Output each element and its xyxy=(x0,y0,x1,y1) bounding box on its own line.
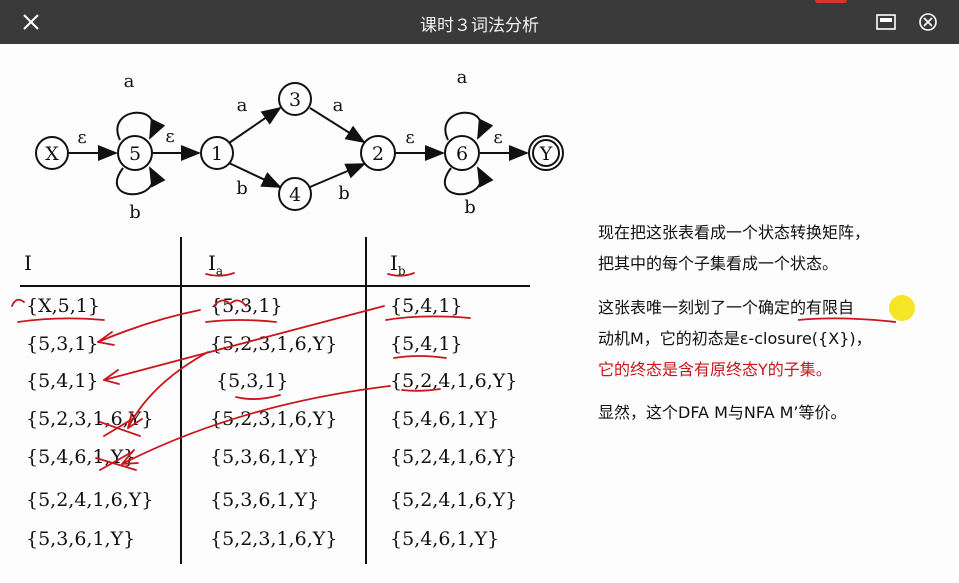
table-cell: {X,5,1} xyxy=(26,295,100,317)
table-cell: {5,3,1} xyxy=(216,370,289,392)
fullscreen-icon[interactable] xyxy=(916,10,940,34)
table-cell: {5,4,6,1,Y} xyxy=(390,408,500,430)
note-line-1: 现在把这张表看成一个状态转换矩阵， xyxy=(598,223,871,242)
note-line-6: 显然，这个DFA M与NFA M’等价。 xyxy=(598,403,847,422)
table-cell: {5,2,3,1,6,Y} xyxy=(26,408,154,430)
table-cell: {5,2,4,1,6,Y} xyxy=(390,370,518,392)
header-i: I xyxy=(24,251,32,275)
lesson-title: 课时３词法分析 xyxy=(420,16,539,36)
table-cell: {5,3,1} xyxy=(26,333,99,355)
window-icon[interactable] xyxy=(874,10,898,34)
header-ib: Ib xyxy=(390,251,406,278)
table-cell: {5,2,3,1,6,Y} xyxy=(210,528,338,550)
title-bar: 课时３词法分析 xyxy=(0,0,959,44)
table-cell: {5,2,4,1,6,Y} xyxy=(26,489,154,511)
table-cell: {5,3,6,1,Y} xyxy=(210,489,320,511)
table-cell: {5,2,4,1,6,Y} xyxy=(390,489,518,511)
table-cell: {5,3,6,1,Y} xyxy=(26,528,136,550)
table-cell: {5,2,3,1,6,Y} xyxy=(210,333,338,355)
table-cell: {5,4,6,1,Y} xyxy=(390,528,500,550)
table-cell: {5,4,6,1,Y} xyxy=(26,446,136,468)
note-line-5: 它的终态是含有原终态Y的子集。 xyxy=(598,360,832,379)
note-line-4: 动机M，它的初态是ε-closure({X})， xyxy=(598,329,872,348)
table-cell: {5,3,6,1,Y} xyxy=(210,446,320,468)
table-cell: {5,4,1} xyxy=(26,370,99,392)
table-cell: {5,3,1} xyxy=(210,295,283,317)
table-cell: {5,2,4,1,6,Y} xyxy=(390,446,518,468)
slide: X 5 1 3 4 2 6 Y ε a b ε a b a b ε a b ε xyxy=(0,44,959,583)
header-ia: Ia xyxy=(208,251,224,278)
note-line-2: 把其中的每个子集看成一个状态。 xyxy=(598,254,839,273)
note-line-3: 这张表唯一刻划了一个确定的有限自 xyxy=(598,298,855,317)
table-cell: {5,2,3,1,6,Y} xyxy=(210,408,338,430)
recording-indicator xyxy=(815,0,847,3)
table-cell: {5,4,1} xyxy=(390,295,463,317)
table-cell: {5,4,1} xyxy=(390,333,463,355)
